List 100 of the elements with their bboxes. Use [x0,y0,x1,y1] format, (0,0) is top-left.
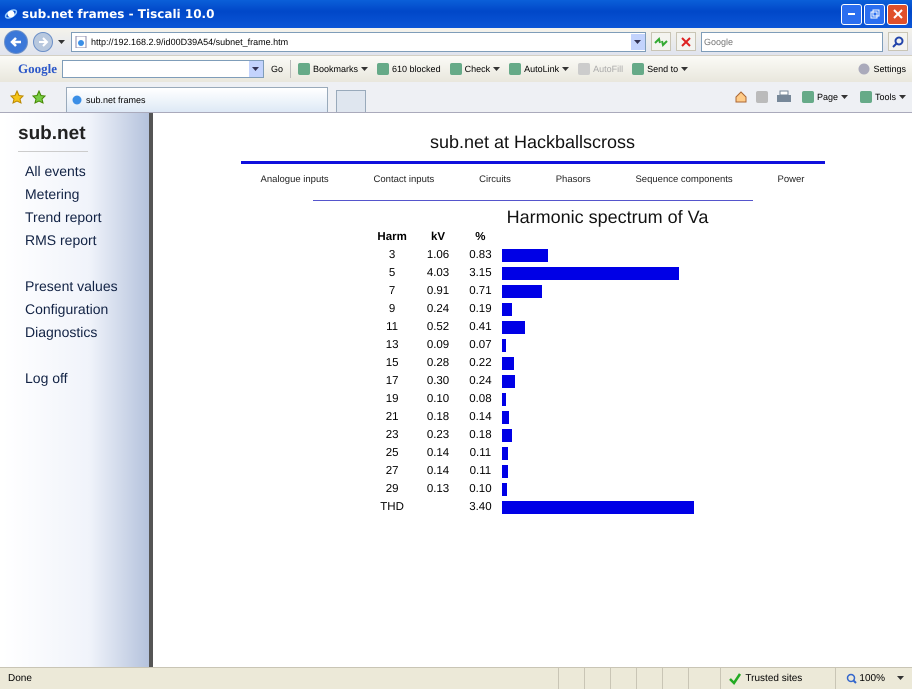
table-cell-text: 0.71 [468,284,493,299]
back-arrow-icon [9,34,23,48]
close-button[interactable] [887,4,908,24]
security-zone: Trusted sites [745,673,802,684]
nav-link[interactable]: Sequence components [635,174,733,185]
sidebar-link[interactable]: Trend report [25,206,102,229]
table-cell-text: 0.41 [468,320,493,335]
add-favorite-icon[interactable] [32,90,46,104]
table-cell-text: 27 [384,464,400,479]
table-cell-text: 5 [388,266,396,281]
restore-button[interactable] [864,4,885,24]
sidebar-link[interactable]: All events [25,160,86,183]
table-cell-text: 3.40 [468,500,493,515]
back-button[interactable] [4,30,28,54]
table-cell: 0.09 [426,339,450,351]
table-cell-text: 0.10 [468,482,493,497]
magnifier-icon [846,673,858,684]
table-cell-text: THD [379,500,405,515]
column-header: % [474,230,487,245]
table-cell: 0.24 [426,303,450,315]
nav-link[interactable]: Contact inputs [374,174,434,185]
caret-icon [681,66,688,72]
table-cell-text: 0.24 [468,374,493,389]
caret-icon[interactable] [897,676,904,681]
settings-button[interactable]: Settings [856,63,908,75]
table-cell: 0.14 [426,447,450,459]
toolbar-button[interactable]: Send to [630,63,690,75]
table-cell: 0.10 [426,393,450,405]
refresh-button[interactable] [651,32,671,51]
nav-link[interactable]: Power [778,174,804,185]
forward-button[interactable] [33,32,53,52]
table-cell-text: 15 [384,356,400,371]
table-cell-text: 25 [384,446,400,461]
table-cell-text: 0.18 [468,428,493,443]
page-heading: sub.net at Hackballscross [430,132,636,153]
table-cell-text: 0.11 [468,446,492,461]
sidebar-brand: sub.net [18,123,88,152]
table-cell: 0.52 [426,321,450,333]
toolbar-button[interactable]: AutoLink [507,63,572,75]
toolbar-button[interactable]: 610 blocked [375,63,443,75]
table-cell-text: 13 [384,338,400,353]
window-title: sub.net frames - Tiscali 10.0 [22,7,214,21]
stop-button[interactable] [676,32,696,51]
column-header: kV [430,230,446,245]
table-cell-text: 0.19 [468,302,493,317]
table-cell-text: 29 [384,482,400,497]
table-cell-text: 23 [384,428,400,443]
table-cell-text: 11 [385,320,400,335]
close-icon [892,9,902,19]
caret-icon [899,94,906,100]
sidebar-link[interactable]: RMS report [25,229,97,252]
table-cell-text: 0.14 [468,410,493,425]
table-cell-text: 0.08 [468,392,493,407]
browser-tab[interactable]: sub.net frames [66,87,328,112]
table-cell: 0.23 [426,429,450,441]
caret-icon [493,66,500,72]
search-button[interactable] [888,32,908,51]
google-search-field[interactable] [62,60,264,78]
search-field[interactable]: Google [701,32,883,52]
toolbar-button[interactable]: Bookmarks [296,63,370,75]
spectrum-title: Harmonic spectrum of Va [506,207,708,228]
minimize-button[interactable] [841,4,862,24]
dropdown-caret-icon [634,38,642,44]
table-cell: 0.18 [426,411,450,423]
sidebar-link[interactable]: Log off [25,367,68,390]
table-cell-text: 0.22 [468,356,493,371]
sidebar-link[interactable]: Configuration [25,298,108,321]
table-cell: 0.30 [426,375,450,387]
minimize-icon [848,13,855,15]
table-cell-text: 17 [384,374,400,389]
status-text: Done [8,673,32,684]
nav-link[interactable]: Circuits [479,174,511,185]
table-cell-text: 0.83 [468,248,493,263]
toolbar-button[interactable]: Check [448,63,502,75]
browser-logo-icon [4,7,18,21]
sidebar-link[interactable]: Metering [25,183,80,206]
printer-icon[interactable] [776,90,792,104]
table-cell-text: 19 [384,392,400,407]
sidebar-link[interactable]: Diagnostics [25,321,98,344]
nav-link[interactable]: Analogue inputs [260,174,329,185]
sidebar-link[interactable]: Present values [25,275,118,298]
address-field[interactable]: http://192.168.2.9/id00D39A54/subnet_frame.htm [71,32,646,52]
nav-link[interactable]: Phasors [556,174,591,185]
google-logo: Google [18,61,57,77]
settings-icon [858,63,870,75]
go-button[interactable]: Go [269,64,286,74]
table-cell: 0.14 [426,465,450,477]
command-button[interactable]: Page [800,91,850,103]
favorites-star-icon[interactable] [10,90,24,104]
dropdown-caret-icon[interactable] [58,38,66,44]
restore-icon [870,9,880,19]
dropdown-caret-icon [252,66,260,72]
table-cell-text: 3 [388,248,396,263]
table-cell-text: 3.15 [468,266,493,281]
zoom-button[interactable]: 100% [835,668,891,689]
table-cell-text: 7 [388,284,396,299]
command-button[interactable]: Tools [858,91,908,103]
home-icon[interactable] [734,90,748,104]
table-cell: 1.06 [426,249,450,261]
caret-icon [361,66,368,72]
